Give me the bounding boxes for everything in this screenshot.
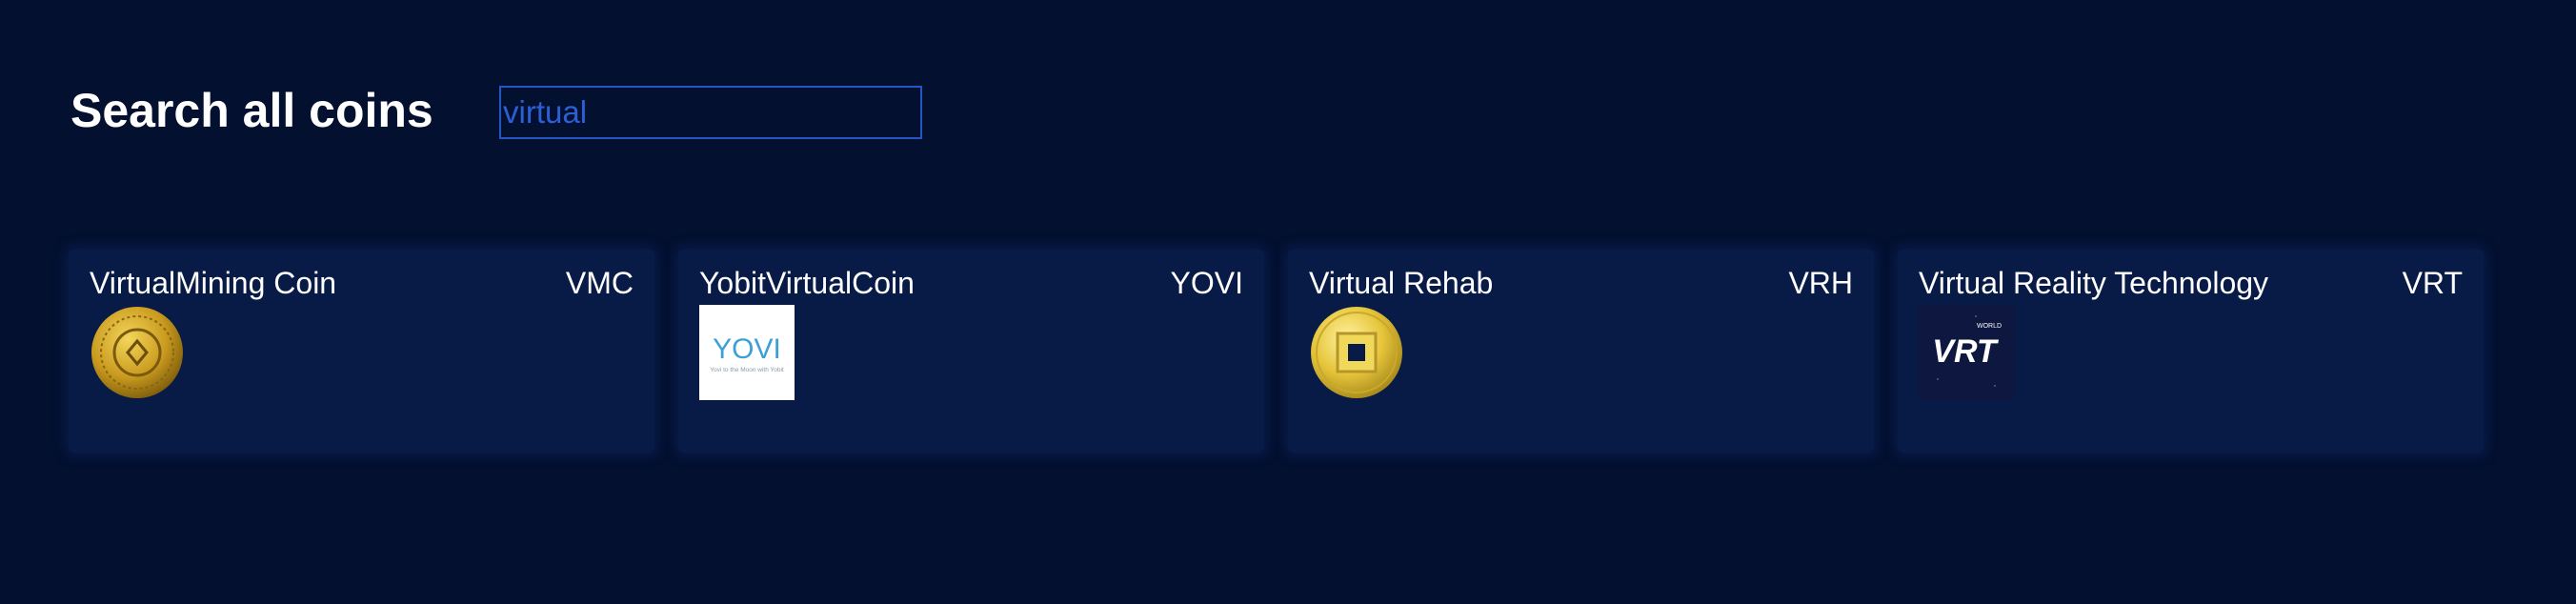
coin-symbol: VRH	[1788, 266, 1853, 300]
coin-name: Virtual Rehab	[1309, 266, 1494, 300]
coin-card-header: YobitVirtualCoin YOVI	[699, 267, 1243, 299]
coin-card-yovi[interactable]: YobitVirtualCoin YOVI YOVI Yovi to the M…	[678, 250, 1264, 453]
coin-name: YobitVirtualCoin	[699, 266, 915, 300]
yovi-logo-tagline: Yovi to the Moon with Yobit	[710, 367, 784, 373]
vrt-logo-text: VRT	[1932, 333, 2000, 370]
vrt-logo-icon: WORLD VRT	[1919, 305, 2014, 400]
coin-symbol: VMC	[565, 266, 634, 300]
coin-card-vrt[interactable]: Virtual Reality Technology VRT WORLD VRT	[1898, 250, 2484, 453]
coin-card-vmc[interactable]: VirtualMining Coin VMC	[69, 250, 654, 453]
coin-card-header: Virtual Rehab VRH	[1309, 267, 1853, 299]
vmc-coin-icon	[91, 307, 183, 398]
page-title: Search all coins	[70, 84, 433, 137]
coin-symbol: YOVI	[1170, 266, 1243, 300]
coin-name: VirtualMining Coin	[90, 266, 337, 300]
vrt-logo-tagline: WORLD	[1977, 323, 2002, 330]
vrh-coin-icon	[1311, 307, 1402, 398]
page: Search all coins VirtualMining Coin VMC	[0, 0, 2576, 604]
coin-name: Virtual Reality Technology	[1919, 266, 2269, 300]
search-header: Search all coins	[70, 82, 433, 139]
coin-card-vrh[interactable]: Virtual Rehab VRH	[1288, 250, 1874, 453]
coin-symbol: VRT	[2402, 266, 2463, 300]
coin-results: VirtualMining Coin VMC YobitVirtualCoin …	[69, 250, 2484, 453]
coin-card-header: Virtual Reality Technology VRT	[1919, 267, 2463, 299]
yovi-logo-text: YOVI	[713, 333, 781, 365]
search-input[interactable]	[499, 86, 922, 139]
yovi-logo-icon: YOVI Yovi to the Moon with Yobit	[699, 305, 795, 400]
coin-card-header: VirtualMining Coin VMC	[90, 267, 634, 299]
